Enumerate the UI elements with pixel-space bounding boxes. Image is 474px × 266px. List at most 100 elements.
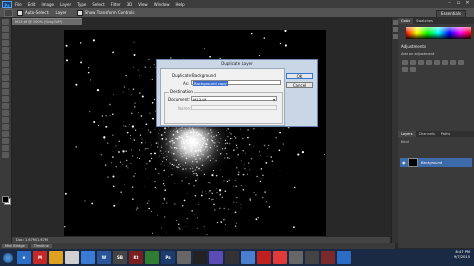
layer-filter-kind[interactable]: Kind	[401, 140, 471, 144]
as-name-value: Background copy	[193, 81, 228, 86]
taskbar-app-7[interactable]: Kt	[129, 251, 143, 264]
close-button[interactable]: ✕	[463, 0, 472, 7]
taskbar-app-16[interactable]	[273, 251, 287, 264]
menu-window[interactable]: Window	[154, 2, 170, 7]
taskbar-app-19[interactable]	[321, 251, 335, 264]
taskbar-app-13[interactable]	[225, 251, 239, 264]
adjustment-icons	[401, 59, 471, 73]
vibrance-icon[interactable]	[434, 60, 440, 65]
menu-edit[interactable]: Edit	[28, 2, 36, 7]
menu-type[interactable]: Type	[77, 2, 86, 7]
layer-row-background[interactable]: ◉ Background	[400, 158, 472, 167]
taskbar-app-15[interactable]	[257, 251, 271, 264]
menu-file[interactable]: File	[15, 2, 22, 7]
start-button[interactable]	[3, 252, 13, 263]
taskbar-app-14[interactable]	[241, 251, 255, 264]
options-bar: Auto-Select: Layer Show Transform Contro…	[0, 8, 474, 18]
shape-tool-icon[interactable]	[2, 138, 9, 144]
tab-channels[interactable]: Channels	[416, 131, 438, 137]
taskbar-app-6[interactable]: SB	[113, 251, 127, 264]
menu-filter[interactable]: Filter	[111, 2, 121, 7]
auto-select-dropdown[interactable]: Layer	[56, 10, 67, 15]
tab-color[interactable]: Color	[398, 18, 414, 24]
menu-select[interactable]: Select	[92, 2, 104, 7]
minimize-button[interactable]: –	[445, 0, 454, 7]
lasso-tool-icon[interactable]	[2, 33, 9, 39]
ok-button[interactable]: OK	[286, 73, 313, 79]
crop-tool-icon[interactable]	[2, 47, 9, 53]
maximize-button[interactable]: ▫	[454, 0, 463, 7]
document-select[interactable]: M13.tif ▾	[191, 96, 277, 102]
blur-tool-icon[interactable]	[2, 103, 9, 109]
taskbar-app-12[interactable]	[209, 251, 223, 264]
taskbar-app-5[interactable]: W	[97, 251, 111, 264]
document-tab[interactable]: M13.tif @ 100% (Gray/16*)	[12, 18, 82, 25]
menu-image[interactable]: Image	[41, 2, 54, 7]
windows-taskbar: e M W SB Kt Ps	[0, 249, 474, 266]
taskbar-app-4[interactable]	[81, 251, 95, 264]
taskbar-app-10[interactable]	[177, 251, 191, 264]
tab-mini-bridge[interactable]: Mini Bridge	[2, 244, 28, 248]
show-transform-label: Show Transform Controls	[84, 10, 135, 15]
hue-saturation-icon[interactable]	[442, 60, 448, 65]
eyedropper-tool-icon[interactable]	[2, 54, 9, 60]
quick-select-tool-icon[interactable]	[2, 40, 9, 46]
taskbar-app-3[interactable]	[65, 251, 79, 264]
brightness-icon[interactable]	[402, 60, 408, 65]
type-tool-icon[interactable]	[2, 124, 9, 130]
pen-tool-icon[interactable]	[2, 117, 9, 123]
auto-select-checkbox[interactable]	[17, 9, 23, 16]
tab-timeline[interactable]: Timeline	[30, 244, 52, 248]
workspace-switcher[interactable]: Essentials	[435, 10, 466, 18]
channel-mixer-icon[interactable]	[410, 67, 416, 72]
history-brush-tool-icon[interactable]	[2, 82, 9, 88]
dodge-tool-icon[interactable]	[2, 110, 9, 116]
as-name-input[interactable]: Background copy	[191, 80, 281, 86]
eraser-tool-icon[interactable]	[2, 89, 9, 95]
gradient-tool-icon[interactable]	[2, 96, 9, 102]
tab-paths[interactable]: Paths	[438, 131, 454, 137]
black-white-icon[interactable]	[458, 60, 464, 65]
menu-3d[interactable]: 3D	[127, 2, 133, 7]
name-input[interactable]	[191, 105, 277, 110]
taskbar-app-9[interactable]: Ps	[161, 251, 175, 264]
taskbar-app-1[interactable]: M	[33, 251, 47, 264]
brush-tool-icon[interactable]	[2, 68, 9, 74]
taskbar-app-17[interactable]	[289, 251, 303, 264]
photo-filter-icon[interactable]	[402, 67, 408, 72]
cancel-button[interactable]: Cancel	[286, 82, 313, 88]
color-balance-icon[interactable]	[450, 60, 456, 65]
color-spectrum[interactable]	[406, 27, 471, 39]
marquee-tool-icon[interactable]	[2, 26, 9, 32]
taskbar-app-0[interactable]: e	[17, 251, 31, 264]
healing-tool-icon[interactable]	[2, 61, 9, 67]
name-label: Name:	[178, 106, 192, 111]
tab-layers[interactable]: Layers	[398, 131, 416, 137]
document-label: Document:	[168, 97, 191, 102]
menu-layer[interactable]: Layer	[60, 2, 71, 7]
curves-icon[interactable]	[418, 60, 424, 65]
exposure-icon[interactable]	[426, 60, 432, 65]
move-tool-icon[interactable]	[4, 8, 13, 17]
foreground-color-swatch[interactable]	[2, 196, 9, 203]
move-tool-icon[interactable]	[2, 19, 9, 25]
hand-tool-icon[interactable]	[2, 145, 9, 151]
right-panels: Color Swatches Adjustments Add an adjust…	[398, 18, 474, 248]
levels-icon[interactable]	[410, 60, 416, 65]
tab-swatches[interactable]: Swatches	[413, 18, 436, 24]
taskbar-app-2[interactable]	[49, 251, 63, 264]
clone-stamp-tool-icon[interactable]	[2, 75, 9, 81]
visibility-eye-icon[interactable]: ◉	[402, 160, 406, 165]
zoom-tool-icon[interactable]	[2, 152, 9, 158]
dialog-body: Duplicate: Background As: Background cop…	[160, 68, 285, 126]
taskbar-app-8[interactable]	[145, 251, 159, 264]
system-tray-clock[interactable]: 8:47 PM 9/7/2015	[454, 250, 470, 260]
taskbar-app-20[interactable]	[337, 251, 351, 264]
layers-panel-tabs: Layers Channels Paths	[398, 131, 474, 137]
taskbar-app-18[interactable]	[305, 251, 319, 264]
menu-view[interactable]: View	[138, 2, 148, 7]
show-transform-checkbox[interactable]	[76, 9, 83, 16]
path-select-tool-icon[interactable]	[2, 131, 9, 137]
menu-help[interactable]: Help	[175, 2, 184, 7]
taskbar-app-11[interactable]	[193, 251, 207, 264]
